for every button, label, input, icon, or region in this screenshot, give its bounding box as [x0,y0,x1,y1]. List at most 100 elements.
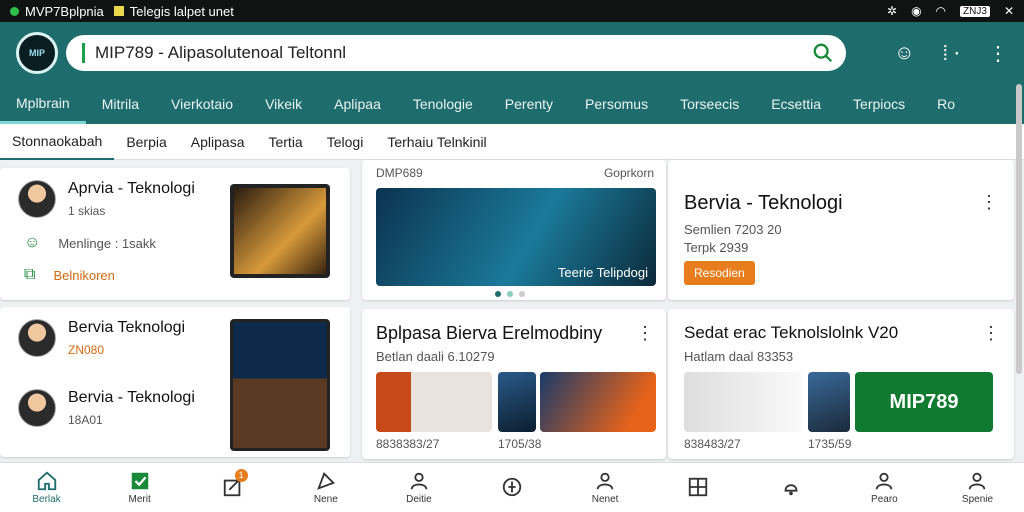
avatar [18,180,56,218]
sub-tabs: Stonnaokabah Berpia Aplipasa Tertia Telogi Te… [0,124,1024,160]
item-subtitle: 1 skias [68,204,106,218]
subtab-item[interactable]: Stonnaokabah [0,124,115,160]
search-icon[interactable] [812,42,834,64]
bottom-nav-item[interactable]: Spenie [931,463,1024,512]
item-title[interactable]: Aprvia - Teknologi [68,180,195,198]
bottom-nav-label: Berlak [32,494,61,505]
tab-item[interactable]: Terpiocs [837,84,921,124]
search-cursor [82,43,85,63]
carousel-dot[interactable] [519,291,525,297]
carousel-dot[interactable] [495,291,501,297]
person-icon [596,472,614,490]
card-footer-left: 8838383/27 [376,437,440,451]
subtab-item[interactable]: Telogi [315,124,376,160]
card-title[interactable]: Bplpasa Bierva Erelmodbiny [376,323,602,344]
card-footer-right: 1735/59 [808,437,852,451]
app-logo[interactable]: MIP [16,32,58,74]
card-line: Terpk 2939 [684,240,749,255]
subtab-item[interactable]: Terhaiu Telnkinil [375,124,498,160]
bottom-nav-item[interactable]: Pearo [838,463,931,512]
bottom-nav-item[interactable] [745,463,838,512]
bottom-nav-item[interactable]: Nenet [559,463,652,512]
carousel-dot[interactable] [507,291,513,297]
bottom-nav-item[interactable]: 1 [186,463,279,512]
subtab-item[interactable]: Aplipasa [179,124,257,160]
filter-icon[interactable]: ⁞ ⋅ [943,41,960,66]
bottom-nav-item[interactable]: Berlak [0,463,93,512]
left-card-bottom: Bervia Teknologi ZN080 Bervia - Teknolog… [0,307,350,457]
action-button[interactable]: Resodien [684,261,755,285]
card-footer-right: 1705/38 [498,437,542,451]
tab-item[interactable]: Vierkotaio [155,84,249,124]
bottom-nav-item[interactable]: Nene [279,463,372,512]
wifi-icon: ◠ [935,4,947,18]
thumbnail-image[interactable] [230,319,330,451]
thumbnail-image[interactable] [376,372,492,432]
item-subtitle: 18A01 [68,413,103,427]
tab-item[interactable]: Ecsettia [755,84,837,124]
bottom-nav-label: Merit [128,494,151,505]
notification-icon [113,6,124,16]
item-label: Menlinge : 1sakk [58,235,156,251]
bottom-nav-item[interactable] [465,463,558,512]
item-label[interactable]: Belnikoren [53,268,114,283]
chat-icon[interactable]: ☺ [894,42,914,65]
item-subtitle: ZN080 [68,343,105,357]
right-card: Bervia - Teknologi Semlien 7203 20 Terpk… [668,160,1014,300]
more-icon[interactable]: ⋮ [982,323,1000,344]
tab-item[interactable]: Mitrila [86,84,155,124]
settings-icon: ✲ [887,4,898,18]
tab-item[interactable]: Tenologie [397,84,489,124]
thumbnail-image[interactable] [684,372,802,432]
user-icon [410,472,428,490]
left-card-top: Aprvia - Teknologi 1 skias ☺ Menlinge : … [0,168,350,300]
bottom-nav-item[interactable]: Deitie [372,463,465,512]
tab-item[interactable]: Ro [921,84,971,124]
bottom-nav-item[interactable] [652,463,745,512]
app-status-icon [10,6,19,16]
sync-icon: ◉ [911,4,922,18]
tab-item[interactable]: Torseecis [664,84,755,124]
tab-item[interactable]: Perenty [489,84,569,124]
thumbnail-image[interactable] [498,372,536,432]
bottom-nav-item[interactable]: Merit [93,463,186,512]
avatar [18,389,56,427]
tab-item[interactable]: Aplipaa [318,84,397,124]
more-icon[interactable]: ⋮ [980,192,998,213]
more-icon[interactable]: ⋮ [988,41,1008,66]
thumbnail-image[interactable] [230,184,330,278]
subtab-item[interactable]: Berpia [114,124,178,160]
card-title[interactable]: Bervia - Teknologi [684,192,843,215]
bottom-nav-label: Spenie [961,494,994,505]
tag-icon: ⧉ [24,266,36,283]
close-icon[interactable]: ✕ [1004,4,1014,18]
smile-icon: ☺ [24,234,41,251]
check-square-icon [131,472,148,490]
thumbnail-image[interactable] [540,372,656,432]
battery-indicator: ZNJ3 [960,5,990,17]
item-title[interactable]: Bervia Teknologi [68,319,185,337]
tab-item[interactable]: Vikeik [249,84,318,124]
featured-banner-image[interactable]: Teerie Telipdogi [376,188,656,286]
item-title[interactable]: Bervia - Teknologi [68,389,195,407]
send-icon [316,472,335,490]
compass-icon [502,477,522,496]
featured-card: DMP689 Goprkorn Teerie Telipdogi [362,160,666,300]
grid-icon [689,477,708,496]
thumbnail-image[interactable] [808,372,850,432]
subtab-item[interactable]: Tertia [256,124,314,160]
search-value: MIP789 - Alipasolutenoal Teltonnl [95,43,347,62]
featured-label: DMP689 [376,166,423,180]
bottom-nav-label: Deitie [406,494,432,505]
more-icon[interactable]: ⋮ [636,323,654,344]
promo-banner[interactable]: MIP789 [855,372,993,432]
status-bar: MVP7Bplpnia Telegis lalpet unet ✲ ◉ ◠ ZN… [0,0,1024,22]
search-input[interactable]: MIP789 - Alipasolutenoal Teltonnl [66,35,846,71]
card-title[interactable]: Sedat erac Teknolslolnk V20 [684,323,898,343]
tab-item[interactable]: Mplbrain [0,84,86,124]
carousel-dots[interactable] [495,291,525,297]
notification-badge: 1 [234,469,248,482]
tab-item[interactable]: Persomus [569,84,664,124]
card-line: Semlien 7203 20 [684,222,782,237]
scrollbar[interactable] [1016,84,1022,374]
